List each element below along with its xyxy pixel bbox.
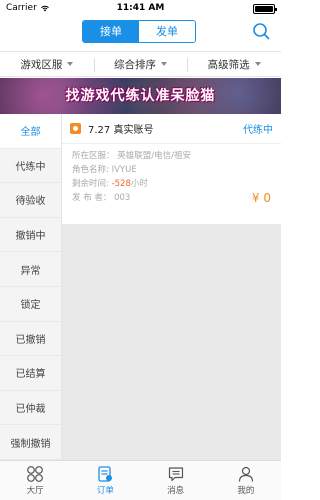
- filter-label: 游戏区服: [20, 58, 63, 71]
- order-badge-icon: [70, 123, 81, 134]
- chevron-down-icon: [67, 62, 74, 66]
- sidebar-item-revoking[interactable]: 撤销中: [0, 218, 61, 253]
- status-bar: Carrier 11:41 AM: [0, 0, 281, 18]
- profile-icon: [238, 466, 253, 482]
- filter-game-server[interactable]: 游戏区服: [0, 52, 94, 76]
- chevron-down-icon: [254, 62, 261, 66]
- sidebar-item-abnormal[interactable]: 异常: [0, 252, 61, 287]
- filter-label: 综合排序: [114, 58, 156, 71]
- sidebar-item-arbitrated[interactable]: 已仲裁: [0, 391, 61, 426]
- server-label: 所在区服：: [72, 151, 115, 161]
- sidebar-item-locked[interactable]: 锁定: [0, 287, 61, 322]
- order-status: 代练中: [243, 125, 273, 136]
- filter-bar: 游戏区服 综合排序 高级筛选: [0, 51, 281, 77]
- publisher-value: 003: [114, 193, 131, 203]
- order-list: 7.27 真实账号 代练中 所在区服： 英雄联盟/电信/祖安 角色名称: IVY…: [62, 114, 281, 460]
- time-unit: 小时: [130, 179, 148, 189]
- order-card[interactable]: 7.27 真实账号 代练中 所在区服： 英雄联盟/电信/祖安 角色名称: IVY…: [62, 114, 281, 224]
- top-header: 接单 发单: [0, 18, 281, 46]
- filter-label: 高级筛选: [207, 58, 250, 71]
- tab-post-orders[interactable]: 发单: [139, 21, 195, 42]
- tab-label: 订单: [96, 486, 114, 496]
- sidebar-item-force-revoke[interactable]: 强制撤销: [0, 425, 61, 460]
- filter-advanced[interactable]: 高级筛选: [187, 52, 281, 76]
- sidebar-item-revoked[interactable]: 已撤销: [0, 322, 61, 357]
- detail-row-role: 角色名称: IVYUE: [72, 163, 273, 177]
- tab-accept-orders[interactable]: 接单: [83, 21, 139, 42]
- order-title: 7.27 真实账号: [88, 125, 154, 136]
- tab-label: 消息: [167, 486, 185, 496]
- order-details: 所在区服： 英雄联盟/电信/祖安 角色名称: IVYUE 剩余时间: -528小…: [62, 144, 281, 205]
- order-type-segment: 接单 发单: [82, 20, 196, 43]
- detail-row-publisher: 发 布 者： 003: [72, 191, 273, 205]
- filter-sort[interactable]: 综合排序: [93, 52, 188, 76]
- tab-orders[interactable]: 订单: [70, 461, 140, 500]
- sidebar-item-pending-review[interactable]: 待验收: [0, 183, 61, 218]
- tab-lobby[interactable]: 大厅: [0, 461, 70, 500]
- message-icon: [168, 467, 183, 482]
- time-label: 剩余时间:: [72, 179, 109, 189]
- time-value: -528: [111, 179, 131, 189]
- grid-icon: [27, 466, 44, 482]
- publisher-label: 发 布 者：: [72, 193, 112, 203]
- banner-text: 找游戏代练认准呆脸猫: [65, 88, 216, 104]
- role-value: IVYUE: [111, 165, 137, 175]
- tab-messages[interactable]: 消息: [141, 461, 211, 500]
- server-value: 英雄联盟/电信/祖安: [117, 151, 191, 161]
- battery-icon: [253, 4, 277, 14]
- tab-profile[interactable]: 我的: [211, 461, 281, 500]
- role-label: 角色名称:: [72, 165, 109, 175]
- detail-row-server: 所在区服： 英雄联盟/电信/祖安: [72, 149, 273, 163]
- search-icon[interactable]: [252, 22, 270, 40]
- tab-label: 我的: [237, 486, 255, 496]
- tab-label: 大厅: [26, 486, 44, 496]
- order-price: ¥ 0: [251, 191, 271, 205]
- order-card-header: 7.27 真实账号 代练中: [62, 114, 281, 144]
- chevron-down-icon: [161, 62, 167, 66]
- sidebar-item-all[interactable]: 全部: [0, 114, 61, 149]
- sidebar-item-settled[interactable]: 已结算: [0, 356, 61, 391]
- sidebar-item-in-progress[interactable]: 代练中: [0, 149, 61, 184]
- clock: 11:41 AM: [116, 3, 165, 13]
- order-icon: [98, 466, 113, 482]
- status-sidebar: 全部 代练中 待验收 撤销中 异常 锁定 已撤销 已结算 已仲裁 强制撤销: [0, 114, 62, 460]
- detail-row-time: 剩余时间: -528小时: [72, 177, 273, 191]
- promo-banner[interactable]: 找游戏代练认准呆脸猫: [0, 78, 281, 114]
- bottom-tabbar: 大厅 订单 消息 我的: [0, 460, 281, 500]
